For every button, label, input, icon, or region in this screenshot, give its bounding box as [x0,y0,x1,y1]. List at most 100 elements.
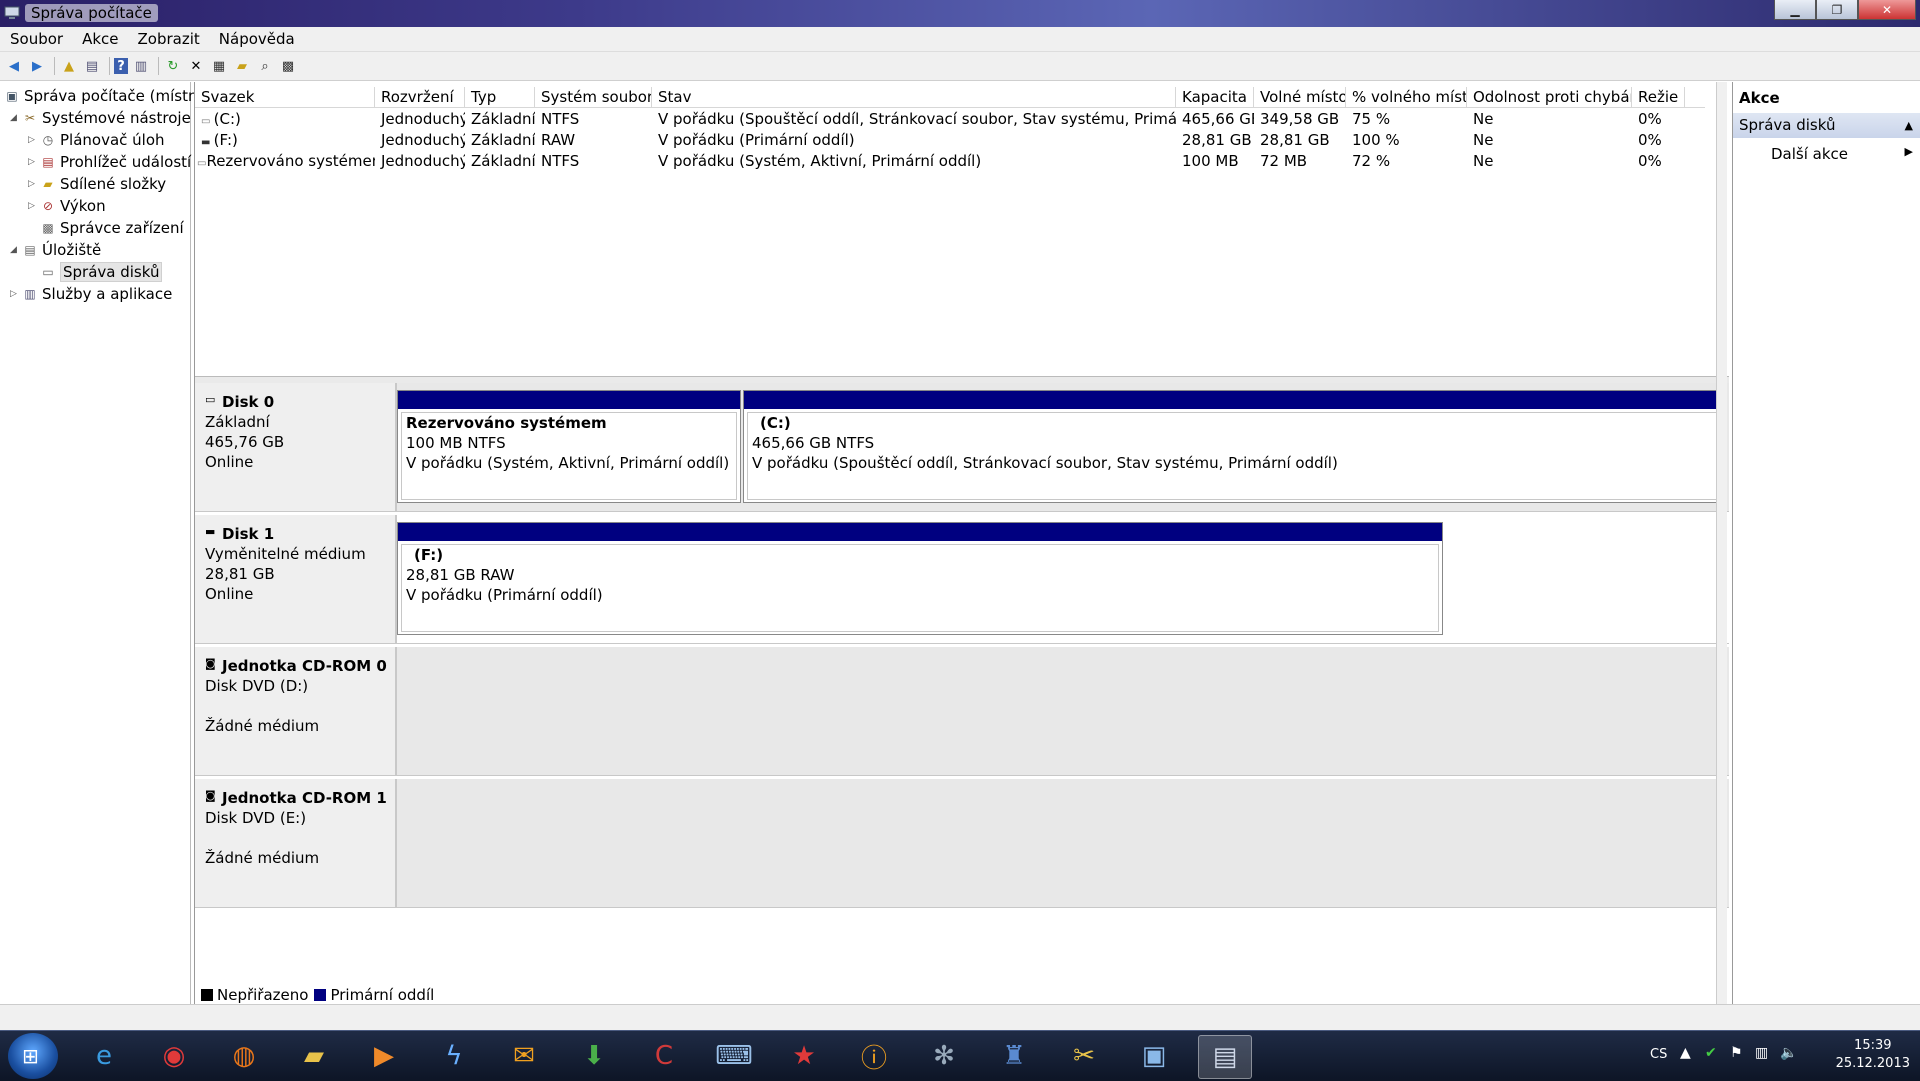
menu-action[interactable]: Akce [72,30,127,48]
more-actions-link[interactable]: Další akce [1771,145,1848,163]
column-header-filesystem[interactable]: Systém souborů [535,87,652,107]
collapse-arrow-icon[interactable]: ◢ [10,245,22,255]
status-bar [0,1004,1920,1031]
collapse-caret-icon[interactable]: ▲ [1905,113,1913,138]
expand-arrow-icon[interactable]: ▷ [28,135,40,145]
back-icon[interactable]: ◀ [4,56,24,76]
info-icon[interactable]: ⓘ [848,1035,900,1077]
explorer-folder-icon[interactable]: ▰ [288,1035,340,1077]
table-cell: Rezervováno systémem [206,152,375,170]
help-icon[interactable]: ? [114,58,128,74]
tree-item-event-viewer[interactable]: ▷ ▤ Prohlížeč událostí [28,151,191,172]
disk-info-1[interactable]: ▬ Disk 1 Vyměnitelné médium 28,81 GB Onli… [195,515,397,644]
tree-label: Služby a aplikace [42,284,173,303]
keyboard-icon[interactable]: ⌨ [708,1035,760,1077]
column-header-overhead[interactable]: Režie [1632,87,1685,107]
network-icon[interactable]: ▣ [1128,1035,1180,1077]
table-row[interactable]: ▭Rezervováno systémem Jednoduchý Základn… [195,151,1705,171]
collapse-arrow-icon[interactable]: ◢ [10,113,22,123]
actions-section-label: Správa disků [1739,116,1836,134]
refresh-icon[interactable]: ↻ [163,56,183,76]
legend-swatch-primary [314,989,327,1001]
tree-item-disk-management[interactable]: ▭ Správa disků [40,261,163,282]
volume-icon[interactable]: 🔈 [1780,1045,1797,1061]
tree-item-performance[interactable]: ▷ ⊘ Výkon [28,195,106,216]
column-header-volume[interactable]: Svazek [195,87,375,107]
expand-arrow-icon[interactable]: ▷ [28,201,40,211]
partition-system-reserved[interactable]: Rezervováno systémem 100 MB NTFS V pořád… [397,390,741,503]
poker-icon[interactable]: ★ [778,1035,830,1077]
tools-icon[interactable]: ✂ [1058,1035,1110,1077]
action-center-flag-icon[interactable]: ⚑ [1730,1045,1743,1061]
search-icon[interactable]: ⌕ [255,56,275,76]
outlook-icon[interactable]: ✉ [498,1035,550,1077]
device-manager-icon: ▩ [42,220,54,235]
table-cell: V pořádku (Systém, Aktivní, Primární odd… [658,152,982,170]
expand-arrow-icon[interactable]: ▷ [28,179,40,189]
expand-arrow-icon[interactable]: ▷ [10,289,22,299]
close-button[interactable]: ✕ [1858,0,1916,20]
column-header-fault-tolerance[interactable]: Odolnost proti chybám [1467,87,1632,107]
table-row[interactable]: ▬ (F:) Jednoduchý Základní RAW V pořádku… [195,130,1705,150]
partition-c[interactable]: (C:) 465,66 GB NTFS V pořádku (Spouštěcí… [743,390,1725,503]
table-cell: 28,81 GB [1260,131,1330,149]
delete-icon[interactable]: ✕ [186,56,206,76]
fan-icon[interactable]: ✻ [918,1035,970,1077]
language-indicator[interactable]: CS [1650,1047,1667,1062]
volume-table-header: Svazek Rozvržení Typ Systém souborů Stav… [195,87,1705,108]
tree-label: Správa disků [60,261,163,282]
media-player-icon[interactable]: ▶ [358,1035,410,1077]
thunder-icon[interactable]: ϟ [428,1035,480,1077]
network-tray-icon[interactable]: ▥ [1755,1045,1768,1061]
column-header-capacity[interactable]: Kapacita [1176,87,1254,107]
tree-item-device-manager[interactable]: ▩ Správce zařízení [40,217,183,238]
ccleaner-icon[interactable]: C [638,1035,690,1077]
toolbar: ◀ ▶ ▲ ▤ ? ▥ ↻ ✕ ▦ ▰ ⌕ ▩ [0,52,1920,81]
column-header-layout[interactable]: Rozvržení [375,87,465,107]
clock[interactable]: 15:39 25.12.2013 [1836,1037,1910,1073]
menu-help[interactable]: Nápověda [209,30,304,48]
tree-item-services-apps[interactable]: ▷ ▥ Služby a aplikace [10,283,172,304]
vertical-scrollbar[interactable] [1716,82,1727,1004]
table-row[interactable]: ▭ (C:) Jednoduchý Základní NTFS V pořádk… [195,109,1705,129]
forward-icon[interactable]: ▶ [27,56,47,76]
tree-item-system-tools[interactable]: ◢ ✂ Systémové nástroje [10,107,191,128]
tree-item-shared-folders[interactable]: ▷ ▰ Sdílené složky [28,173,166,194]
column-header-type[interactable]: Typ [465,87,535,107]
firefox-icon[interactable]: ◍ [218,1035,270,1077]
chrome-icon[interactable]: ◉ [148,1035,200,1077]
performance-icon: ⊘ [42,198,54,213]
up-folder-icon[interactable]: ▲ [59,56,79,76]
start-button[interactable]: ⊞ [8,1033,58,1079]
minimize-button[interactable]: ▁ [1774,0,1816,20]
shield-download-icon[interactable]: ⬇ [568,1035,620,1077]
properties-icon[interactable]: ▦ [209,56,229,76]
column-header-percent-free[interactable]: % volného místa [1346,87,1467,107]
disk-graphical-view: ▭ Disk 0 Základní 465,76 GB Online Rezerv… [195,383,1729,1004]
menu-file[interactable]: Soubor [0,30,72,48]
column-header-free-space[interactable]: Volné místo [1254,87,1346,107]
sync-icon[interactable]: ✔ [1705,1045,1717,1061]
tree-item-task-scheduler[interactable]: ▷ ◷ Plánovač úloh [28,129,165,150]
castle-icon[interactable]: ♜ [988,1035,1040,1077]
internet-explorer-icon[interactable]: e [78,1035,130,1077]
computer-management-icon[interactable]: ▤ [1198,1035,1252,1079]
tree-item-storage[interactable]: ◢ ▤ Úložiště [10,239,101,260]
actions-section-disk-management[interactable]: Správa disků ▲ [1733,113,1920,138]
show-hide-tree-icon[interactable]: ▤ [82,56,102,76]
tree-item-computer-management[interactable]: ▣ Správa počítače (místní) [4,85,207,106]
disk-info-cdrom-1[interactable]: ◙ Jednotka CD-ROM 1 Disk DVD (E:) Žádné m… [195,779,397,908]
partition-f[interactable]: (F:) 28,81 GB RAW V pořádku (Primární od… [397,522,1443,635]
disk-info-0[interactable]: ▭ Disk 0 Základní 465,76 GB Online [195,383,397,512]
disk-info-cdrom-0[interactable]: ◙ Jednotka CD-ROM 0 Disk DVD (D:) Žádné m… [195,647,397,776]
table-cell: Ne [1473,131,1494,149]
column-header-status[interactable]: Stav [652,87,1176,107]
settings-icon[interactable]: ▩ [278,56,298,76]
expand-arrow-icon[interactable]: ▷ [28,157,40,167]
open-folder-icon[interactable]: ▰ [232,56,252,76]
menu-view[interactable]: Zobrazit [128,30,209,48]
restore-button[interactable]: ❐ [1816,0,1858,20]
show-hide-action-pane-icon[interactable]: ▥ [131,56,151,76]
show-hidden-icons-icon[interactable]: ▲ [1680,1045,1691,1061]
table-cell: 349,58 GB [1260,110,1340,128]
